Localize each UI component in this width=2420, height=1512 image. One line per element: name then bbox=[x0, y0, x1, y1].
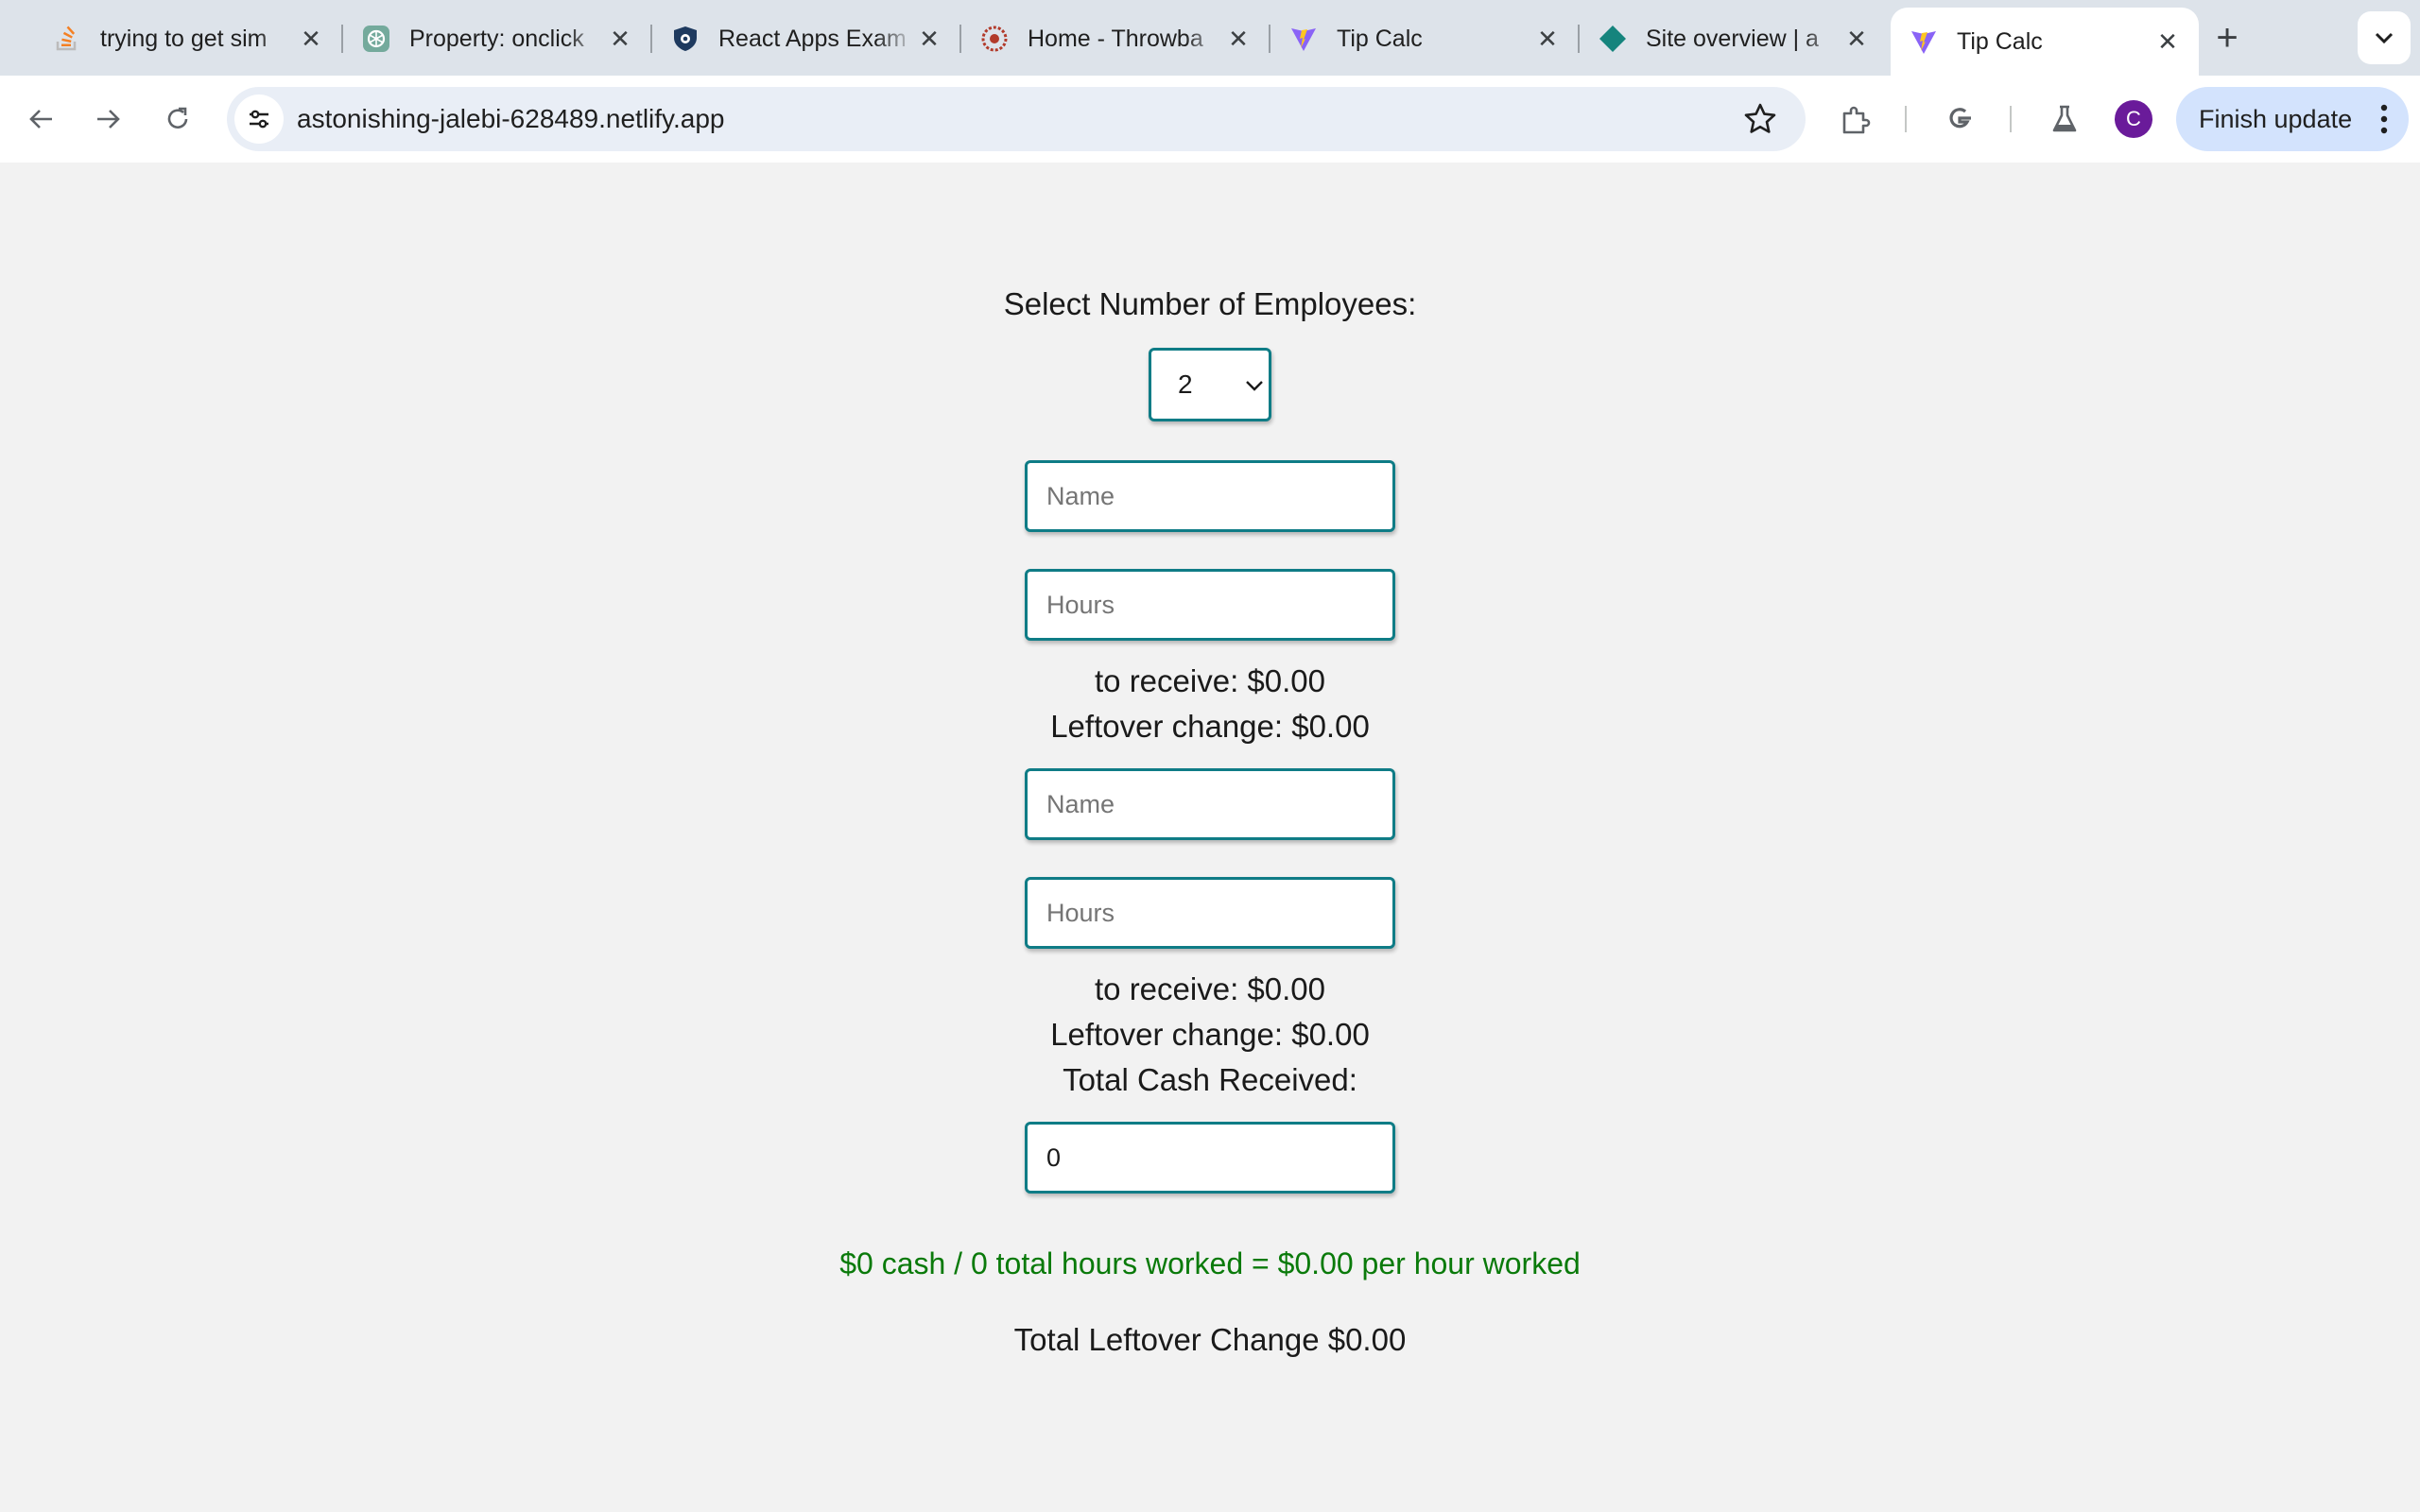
employee-2-hours-input[interactable] bbox=[1025, 877, 1395, 949]
tab-throwback[interactable]: Home - Throwba ✕ bbox=[961, 8, 1270, 70]
more-vert-icon bbox=[2380, 104, 2388, 134]
vite-icon bbox=[1289, 25, 1318, 53]
forward-button[interactable] bbox=[85, 96, 130, 142]
employee-1-hours-input[interactable] bbox=[1025, 569, 1395, 641]
profile-avatar[interactable]: C bbox=[2115, 100, 2152, 138]
tab-chatgpt[interactable]: Property: onclick ✕ bbox=[343, 8, 651, 70]
tab-title: Home - Throwba bbox=[1028, 25, 1203, 52]
tip-calc-page: Select Number of Employees: 2 to receive… bbox=[0, 163, 2420, 1512]
sunburst-icon bbox=[980, 25, 1009, 53]
toolbar-divider bbox=[1905, 106, 1907, 132]
close-icon[interactable]: ✕ bbox=[606, 25, 634, 53]
chatgpt-icon bbox=[362, 25, 390, 53]
tab-stackoverflow[interactable]: trying to get sim ✕ bbox=[34, 8, 342, 70]
tab-title: trying to get sim bbox=[100, 25, 268, 52]
chevron-down-icon bbox=[1246, 381, 1263, 391]
tab-react-apps[interactable]: React Apps Exam ✕ bbox=[652, 8, 960, 70]
browser-chrome: trying to get sim ✕ Property: onclick ✕ bbox=[0, 0, 2420, 163]
labs-button[interactable] bbox=[2044, 98, 2085, 140]
tab-search-button[interactable] bbox=[2358, 11, 2411, 64]
close-icon[interactable]: ✕ bbox=[1533, 25, 1562, 53]
tab-title: Tip Calc bbox=[1337, 25, 1423, 52]
google-lens-button[interactable] bbox=[1939, 98, 1980, 140]
employee-count-label: Select Number of Employees: bbox=[1003, 286, 1417, 321]
chevron-down-icon bbox=[2375, 32, 2394, 44]
tab-tip-calc-active[interactable]: Tip Calc ✕ bbox=[1891, 8, 2199, 76]
close-icon[interactable]: ✕ bbox=[1842, 25, 1871, 53]
puzzle-icon bbox=[1842, 106, 1871, 134]
total-leftover-change: Total Leftover Change $0.00 bbox=[1013, 1322, 1407, 1357]
tab-strip: trying to get sim ✕ Property: onclick ✕ bbox=[0, 0, 2420, 76]
vite-icon bbox=[1910, 27, 1938, 56]
url-text[interactable]: astonishing-jalebi-628489.netlify.app bbox=[297, 87, 724, 151]
tune-icon bbox=[250, 110, 268, 129]
tab-tip-calc-1[interactable]: Tip Calc ✕ bbox=[1270, 8, 1579, 70]
tab-netlify[interactable]: Site overview | a ✕ bbox=[1580, 8, 1888, 70]
employee-2-receive-text: to receive: $0.00 bbox=[1095, 971, 1325, 1006]
extensions-button[interactable] bbox=[1835, 98, 1876, 140]
back-button[interactable] bbox=[19, 96, 64, 142]
finish-update-button[interactable]: Finish update bbox=[2176, 87, 2409, 151]
back-arrow-icon bbox=[29, 110, 52, 129]
netlify-icon bbox=[1599, 25, 1627, 53]
shield-icon bbox=[671, 25, 700, 53]
hourly-rate-summary: $0 cash / 0 total hours worked = $0.00 p… bbox=[839, 1246, 1581, 1280]
finish-update-label: Finish update bbox=[2199, 104, 2353, 133]
google-g-icon bbox=[1949, 108, 1971, 129]
tab-title: React Apps Exam bbox=[718, 25, 907, 52]
tab-title: Property: onclick bbox=[409, 25, 584, 52]
employee-1-leftover-text: Leftover change: $0.00 bbox=[1050, 709, 1370, 744]
tab-title: Site overview | a bbox=[1646, 25, 1819, 52]
close-icon[interactable]: ✕ bbox=[1224, 25, 1253, 53]
close-icon[interactable]: ✕ bbox=[915, 25, 943, 53]
employee-2-name-input[interactable] bbox=[1025, 768, 1395, 840]
employee-1-receive-text: to receive: $0.00 bbox=[1095, 663, 1325, 698]
employee-count-value: 2 bbox=[1178, 369, 1193, 399]
employee-count-select[interactable]: 2 bbox=[1149, 348, 1271, 421]
tab-title: Tip Calc bbox=[1957, 27, 2043, 55]
new-tab-button[interactable]: + bbox=[2206, 17, 2248, 59]
close-icon[interactable]: ✕ bbox=[297, 25, 325, 53]
employee-1-name-input[interactable] bbox=[1025, 460, 1395, 532]
browser-toolbar: astonishing-jalebi-628489.netlify.app bbox=[0, 76, 2420, 163]
total-cash-input[interactable] bbox=[1025, 1122, 1395, 1194]
close-icon[interactable]: ✕ bbox=[2153, 27, 2182, 56]
total-cash-label: Total Cash Received: bbox=[1063, 1062, 1357, 1097]
address-bar[interactable]: astonishing-jalebi-628489.netlify.app bbox=[227, 87, 1806, 151]
reload-icon bbox=[167, 107, 188, 129]
stackoverflow-icon bbox=[53, 25, 81, 53]
forward-arrow-icon bbox=[97, 110, 120, 129]
site-info-button[interactable] bbox=[234, 94, 284, 144]
reload-button[interactable] bbox=[155, 96, 200, 142]
toolbar-divider bbox=[2010, 106, 2012, 132]
flask-icon bbox=[2052, 105, 2077, 132]
bookmark-star-icon[interactable] bbox=[1743, 102, 1777, 136]
employee-2-leftover-text: Leftover change: $0.00 bbox=[1050, 1017, 1370, 1052]
